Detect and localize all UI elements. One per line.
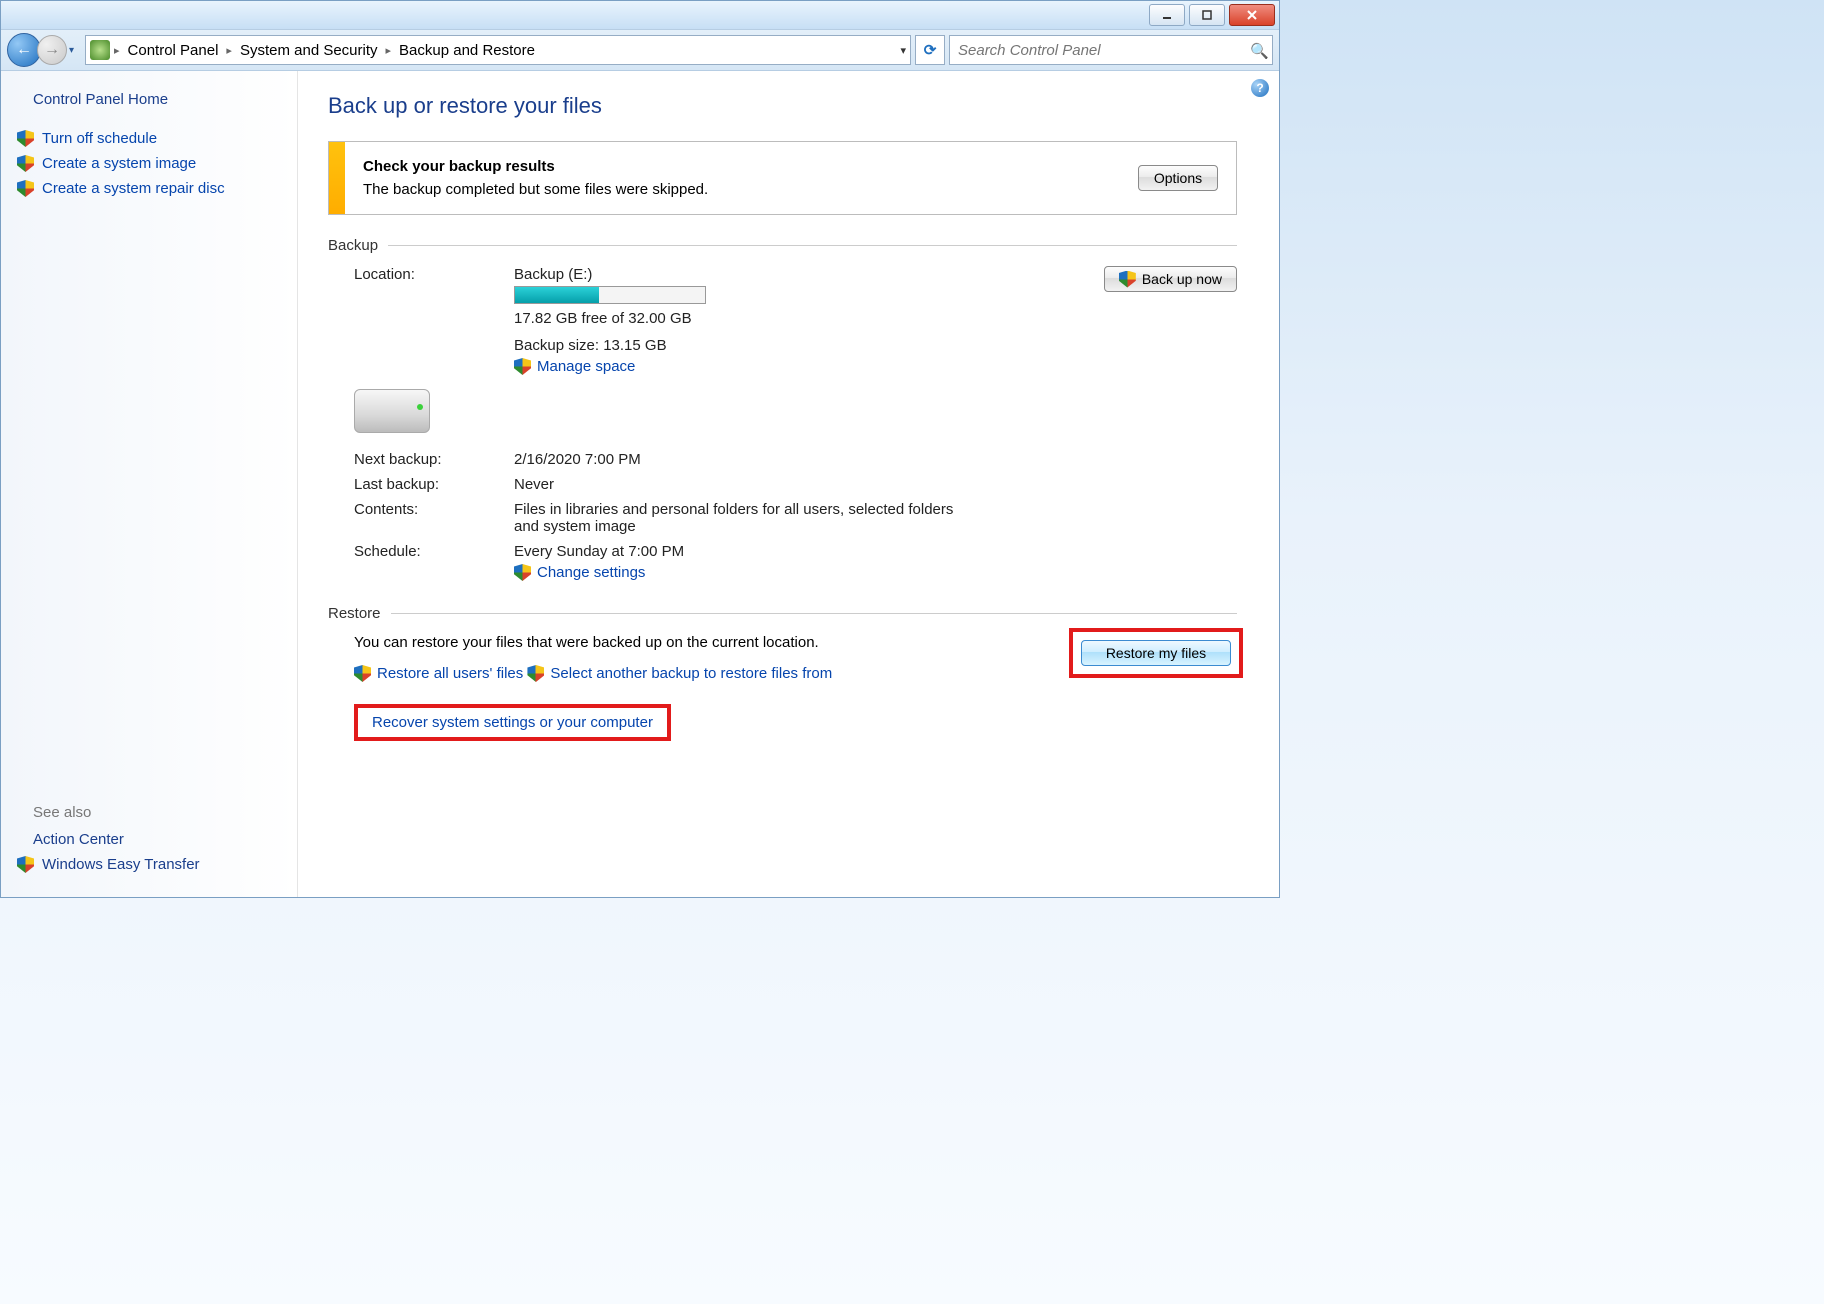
backup-section-heading: Backup (328, 237, 378, 254)
breadcrumb-item-system-security[interactable]: System and Security (236, 42, 382, 59)
restore-my-files-button[interactable]: Restore my files (1081, 640, 1231, 666)
shield-icon (17, 155, 34, 172)
see-also-heading: See also (17, 804, 297, 827)
location-value: Backup (E:) (514, 266, 1027, 283)
backup-results-notice: Check your backup results The backup com… (328, 141, 1237, 215)
last-backup-value: Never (514, 476, 1027, 493)
breadcrumb-dropdown[interactable]: ▾ (900, 44, 906, 57)
chevron-right-icon[interactable]: ▸ (384, 44, 394, 57)
location-label: Location: (354, 266, 504, 283)
contents-value: Files in libraries and personal folders … (514, 501, 974, 535)
restore-section-heading: Restore (328, 605, 381, 622)
last-backup-label: Last backup: (354, 476, 504, 493)
refresh-button[interactable]: ⟳ (915, 35, 945, 65)
control-panel-home-link[interactable]: Control Panel Home (17, 91, 297, 108)
contents-label: Contents: (354, 501, 504, 518)
schedule-value: Every Sunday at 7:00 PM (514, 543, 1027, 560)
turn-off-schedule-link[interactable]: Turn off schedule (17, 126, 297, 151)
shield-icon (527, 665, 544, 682)
sidebar-item-label: Windows Easy Transfer (42, 856, 200, 873)
close-button[interactable] (1229, 4, 1275, 26)
schedule-label: Schedule: (354, 543, 504, 560)
shield-icon (17, 180, 34, 197)
chevron-right-icon[interactable]: ▸ (224, 44, 234, 57)
backup-size-text: Backup size: 13.15 GB (514, 337, 1027, 354)
sidebar-item-label: Create a system repair disc (42, 180, 225, 197)
breadcrumb[interactable]: ▸ Control Panel ▸ System and Security ▸ … (85, 35, 911, 65)
titlebar (1, 1, 1279, 30)
recover-system-link[interactable]: Recover system settings or your computer (372, 714, 653, 731)
back-up-now-button[interactable]: Back up now (1104, 266, 1237, 292)
shield-icon (1119, 271, 1136, 288)
search-icon[interactable]: 🔍 (1250, 42, 1266, 58)
highlight-recover-link: Recover system settings or your computer (354, 704, 671, 741)
next-backup-label: Next backup: (354, 451, 504, 468)
maximize-button[interactable] (1189, 4, 1225, 26)
shield-icon (354, 665, 371, 682)
disk-usage-fill (515, 287, 599, 303)
warning-bar-icon (329, 142, 345, 214)
free-space-text: 17.82 GB free of 32.00 GB (514, 310, 1027, 327)
next-backup-value: 2/16/2020 7:00 PM (514, 451, 1027, 468)
minimize-button[interactable] (1149, 4, 1185, 26)
shield-icon (514, 358, 531, 375)
search-box[interactable]: 🔍 (949, 35, 1273, 65)
restore-all-users-link[interactable]: Restore all users' files (377, 665, 523, 682)
action-center-link[interactable]: Action Center (17, 827, 297, 852)
create-repair-disc-link[interactable]: Create a system repair disc (17, 176, 297, 201)
restore-text: You can restore your files that were bac… (354, 634, 1045, 651)
windows-easy-transfer-link[interactable]: Windows Easy Transfer (17, 852, 297, 877)
forward-button[interactable]: → (37, 35, 67, 65)
help-icon[interactable]: ? (1251, 79, 1269, 97)
button-label: Back up now (1142, 271, 1222, 287)
highlight-restore-button: Restore my files (1075, 634, 1237, 672)
notice-title: Check your backup results (363, 158, 1120, 175)
back-button[interactable]: ← (7, 33, 41, 67)
sidebar: Control Panel Home Turn off schedule Cre… (1, 71, 298, 897)
change-settings-link[interactable]: Change settings (537, 564, 645, 581)
nav-row: ← → ▾ ▸ Control Panel ▸ System and Secur… (1, 30, 1279, 71)
notice-text: The backup completed but some files were… (363, 181, 1120, 198)
control-panel-icon (90, 40, 110, 60)
breadcrumb-item-control-panel[interactable]: Control Panel (124, 42, 223, 59)
create-system-image-link[interactable]: Create a system image (17, 151, 297, 176)
search-input[interactable] (956, 41, 1250, 60)
shield-icon (17, 130, 34, 147)
history-dropdown[interactable]: ▾ (69, 45, 81, 56)
main-content: ? Back up or restore your files Check yo… (298, 71, 1279, 897)
sidebar-item-label: Turn off schedule (42, 130, 157, 147)
drive-icon (354, 389, 430, 433)
options-button[interactable]: Options (1138, 165, 1218, 191)
breadcrumb-item-backup-restore[interactable]: Backup and Restore (395, 42, 539, 59)
select-another-backup-link[interactable]: Select another backup to restore files f… (550, 665, 832, 682)
shield-icon (514, 564, 531, 581)
page-title: Back up or restore your files (328, 93, 1237, 119)
shield-icon (17, 856, 34, 873)
manage-space-link[interactable]: Manage space (537, 358, 635, 375)
chevron-right-icon[interactable]: ▸ (112, 44, 122, 57)
sidebar-item-label: Create a system image (42, 155, 196, 172)
disk-usage-bar (514, 286, 706, 304)
